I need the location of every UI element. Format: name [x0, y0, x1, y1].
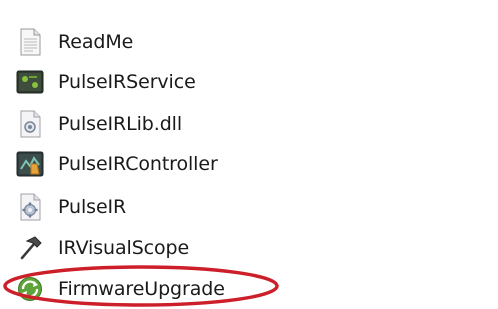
file-item-pulseir[interactable]: PulseIR: [16, 190, 126, 224]
file-name: PulseIRController: [58, 153, 218, 175]
file-name: PulseIRLib.dll: [58, 113, 183, 135]
file-item-firmwareupgrade[interactable]: FirmwareUpgrade: [16, 272, 225, 306]
file-name: PulseIRService: [58, 71, 196, 93]
file-name: IRVisualScope: [58, 237, 190, 259]
text-document-icon: [16, 28, 44, 56]
file-name: FirmwareUpgrade: [58, 278, 225, 300]
file-item-pulseirlib-dll[interactable]: PulseIRLib.dll: [16, 107, 182, 141]
file-list: ReadMe PulseIRService PulseIRLib.dll Pul…: [0, 0, 498, 309]
file-item-pulseirservice[interactable]: PulseIRService: [16, 65, 196, 99]
gear-config-icon: [16, 193, 44, 221]
file-name: PulseIR: [58, 196, 127, 218]
hammer-tool-icon: [16, 234, 44, 262]
service-application-icon: [16, 68, 44, 96]
file-item-irvisualscope[interactable]: IRVisualScope: [16, 231, 189, 265]
file-name: ReadMe: [58, 31, 134, 53]
file-item-pulseircontroller[interactable]: PulseIRController: [16, 147, 218, 181]
dll-library-icon: [16, 110, 44, 138]
file-item-readme[interactable]: ReadMe: [16, 25, 133, 59]
firmware-upgrade-icon: [16, 275, 44, 303]
controller-application-icon: [16, 150, 44, 178]
